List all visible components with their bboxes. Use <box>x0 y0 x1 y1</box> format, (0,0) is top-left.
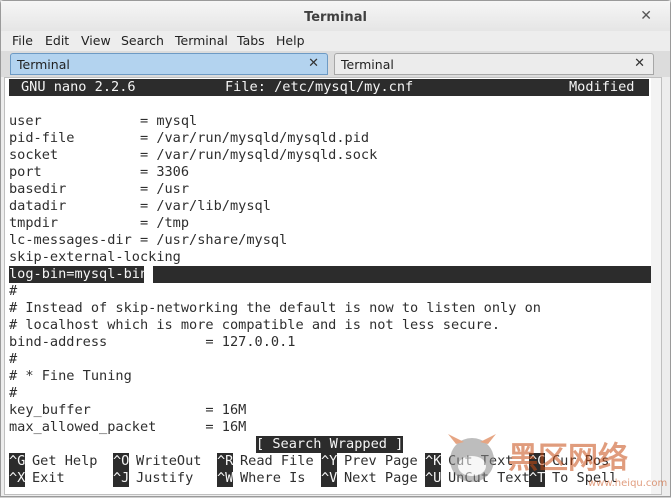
shortcut-key: ^X <box>9 470 26 487</box>
terminal-scrollbar[interactable] <box>651 78 661 494</box>
shortcut-label: Exit <box>32 470 65 486</box>
nano-status-message: [ Search Wrapped ] <box>256 436 404 453</box>
menu-help[interactable]: Help <box>276 33 305 48</box>
title-bar[interactable]: Terminal ✕ <box>1 1 670 33</box>
file-line: user = mysql <box>9 113 198 129</box>
shortcut-key: ^U <box>425 470 442 487</box>
terminal-screen[interactable]: GNU nano 2.2.6 File: /etc/mysql/my.cnf M… <box>4 77 662 495</box>
menu-view[interactable]: View <box>81 33 111 48</box>
shortcut-label: WriteOut <box>136 453 202 469</box>
window-title: Terminal <box>304 10 367 25</box>
nano-header: GNU nano 2.2.6 File: /etc/mysql/my.cnf M… <box>9 79 649 96</box>
tab-label: Terminal <box>341 57 394 72</box>
nano-filename: File: /etc/mysql/my.cnf <box>225 79 414 95</box>
nano-modified-flag: Modified <box>569 79 635 95</box>
file-line: # <box>9 351 18 367</box>
menu-search[interactable]: Search <box>121 33 164 48</box>
shortcut-label: Cut Text <box>448 453 514 469</box>
menu-tabs[interactable]: Tabs <box>237 33 265 48</box>
window-close-icon[interactable]: ✕ <box>640 8 652 24</box>
shortcut-key: ^C <box>529 453 546 470</box>
menu-bar: File Edit View Search Terminal Tabs Help <box>1 31 670 51</box>
file-line: socket = /var/run/mysqld/mysqld.sock <box>9 147 378 163</box>
tab-terminal-2[interactable]: Terminal ✕ <box>334 53 654 75</box>
file-line: port = 3306 <box>9 164 190 180</box>
shortcut-label: Where Is <box>240 470 306 486</box>
file-line: key_buffer = 16M <box>9 402 247 418</box>
menu-file[interactable]: File <box>12 33 33 48</box>
file-line: pid-file = /var/run/mysqld/mysqld.pid <box>9 130 370 146</box>
shortcut-key: ^G <box>9 453 26 470</box>
tab-label: Terminal <box>17 57 70 72</box>
menu-edit[interactable]: Edit <box>45 33 69 48</box>
terminal-window: Terminal ✕ File Edit View Search Termina… <box>0 0 671 497</box>
file-line: lc-messages-dir = /usr/share/mysql <box>9 232 288 248</box>
shortcut-key: ^J <box>113 470 130 487</box>
file-line: # <box>9 385 18 401</box>
shortcut-label: Cur Pos <box>552 453 610 469</box>
tab-bar: Terminal ✕ Terminal ✕ <box>1 51 670 77</box>
file-line: skip-external-locking <box>9 249 181 265</box>
tab-close-icon[interactable]: ✕ <box>308 56 319 71</box>
shortcut-label: UnCut Text <box>448 470 530 486</box>
shortcut-label: Justify <box>136 470 194 486</box>
shortcut-key: ^V <box>321 470 338 487</box>
file-line: # Instead of skip-networking the default… <box>9 300 541 316</box>
shortcut-label: Next Page <box>344 470 418 486</box>
file-line: # localhost which is more compatible and… <box>9 317 501 333</box>
shortcut-label: Get Help <box>32 453 98 469</box>
shortcut-key: ^R <box>217 453 234 470</box>
shortcut-label: Prev Page <box>344 453 418 469</box>
file-line: basedir = /usr <box>9 181 190 197</box>
shortcut-key: ^T <box>529 470 546 487</box>
shortcut-key: ^Y <box>321 453 338 470</box>
menu-terminal[interactable]: Terminal <box>175 33 228 48</box>
shortcut-label: To Spell <box>552 470 618 486</box>
shortcut-key: ^O <box>113 453 130 470</box>
tab-close-icon[interactable]: ✕ <box>634 56 645 71</box>
file-line: bind-address = 127.0.0.1 <box>9 334 296 350</box>
file-line: tmpdir = /tmp <box>9 215 190 231</box>
file-line: # <box>9 283 18 299</box>
shortcut-label: Read File <box>240 453 314 469</box>
tab-terminal-1[interactable]: Terminal ✕ <box>10 53 328 75</box>
text-cursor <box>144 266 153 283</box>
file-line: max_allowed_packet = 16M <box>9 419 247 435</box>
shortcut-key: ^K <box>425 453 442 470</box>
shortcut-key: ^W <box>217 470 234 487</box>
file-line: datadir = /var/lib/mysql <box>9 198 271 214</box>
file-line: # * Fine Tuning <box>9 368 132 384</box>
nano-version: GNU nano 2.2.6 <box>21 79 136 95</box>
file-line-highlighted: log-bin=mysql-bin <box>9 266 149 282</box>
